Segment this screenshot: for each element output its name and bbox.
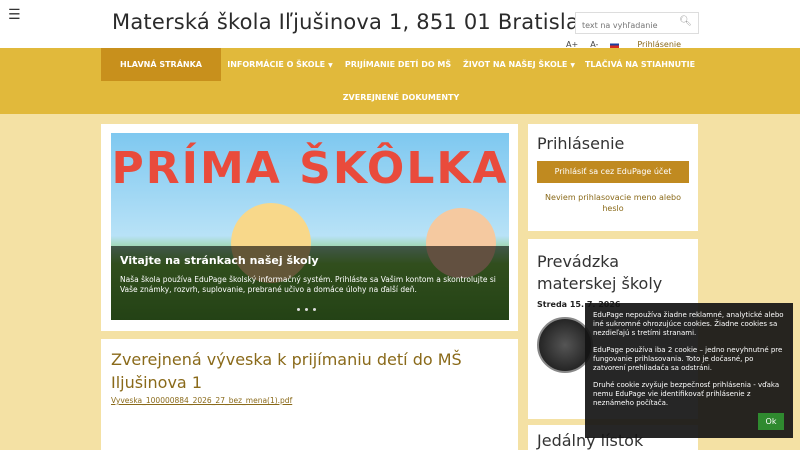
nav-item-label: PRIJÍMANIE DETÍ DO MŠ (344, 60, 452, 69)
cookie-notice: EduPage nepoužíva žiadne reklamné, analy… (585, 303, 793, 438)
slider-dots (297, 308, 316, 311)
caret-down-icon: ▼ (570, 62, 575, 69)
post-attachment-link[interactable]: Vyveska_100000884_2026_27_bez_mena(1).pd… (111, 396, 292, 405)
cookie-text: EduPage nepoužíva žiadne reklamné, analy… (593, 311, 784, 337)
slider-caption-text: Naša škola používa EduPage školský infor… (120, 275, 496, 294)
nav-item-label: ZVEREJNENÉ DOKUMENTY (342, 93, 460, 102)
slider-dot[interactable] (305, 308, 308, 311)
search-input[interactable] (576, 15, 676, 36)
nav-item-forms[interactable]: TLAČIVÁ NA STIAHNUTIE (581, 48, 699, 81)
nav-item-about[interactable]: INFORMÁCIE O ŠKOLE ▼ (221, 48, 339, 81)
nav-item-admission[interactable]: PRIJÍMANIE DETÍ DO MŠ (339, 48, 457, 81)
site-title[interactable]: Materská škola Iľjušinova 1, 851 01 Brat… (112, 10, 605, 34)
login-title: Prihlásenie (537, 134, 625, 153)
edupage-login-button[interactable]: Prihlásiť sa cez EduPage účet (537, 161, 689, 183)
slovak-flag-icon[interactable] (610, 40, 620, 48)
cookie-text: EduPage používa iba 2 cookie – jedno nev… (593, 346, 783, 372)
forgot-credentials-link[interactable]: Neviem prihlasovacie meno alebo heslo (537, 192, 689, 214)
slider-caption-title: Vitajte na stránkach našej školy (120, 254, 319, 267)
slider-dot[interactable] (313, 308, 316, 311)
header: ☰ Materská škola Iľjušinova 1, 851 01 Br… (0, 0, 800, 49)
hero-slider[interactable]: PRÍMA ŠKÔLKA Vitajte na stránkach našej … (111, 133, 509, 320)
search-box: 🔍︎ (575, 12, 699, 36)
caret-down-icon: ▼ (328, 62, 333, 69)
cookie-ok-button[interactable]: Ok (758, 413, 784, 430)
main-nav: HLAVNÁ STRÁNKA INFORMÁCIE O ŠKOLE ▼ PRIJÍ… (0, 48, 800, 114)
hamburger-icon[interactable]: ☰ (8, 8, 21, 22)
search-icon[interactable]: 🔍︎ (679, 16, 692, 27)
nav-item-label: TLAČIVÁ NA STIAHNUTIE (584, 60, 696, 69)
slider-dot[interactable] (297, 308, 300, 311)
nav-item-documents[interactable]: ZVEREJNENÉ DOKUMENTY (336, 81, 466, 114)
nav-item-life[interactable]: ŽIVOT NA NAŠEJ ŠKOLE ▼ (457, 48, 581, 81)
nav-item-label: HLAVNÁ STRÁNKA (120, 60, 202, 69)
nav-item-home[interactable]: HLAVNÁ STRÁNKA (101, 48, 221, 81)
slider-image-text-line: PRÍMA ŠKÔLKA (111, 143, 509, 194)
slider-image-text: PRÍMA ŠKÔLKA (111, 143, 509, 194)
hours-title: Prevádzka materskej školy (537, 252, 663, 293)
cookie-text: Druhé cookie zvyšuje bezpečnosť prihláse… (593, 381, 780, 407)
nav-item-label: ŽIVOT NA NAŠEJ ŠKOLE (462, 60, 568, 69)
post-title[interactable]: Zverejnená výveska k prijímaniu detí do … (111, 348, 501, 394)
nav-item-label: INFORMÁCIE O ŠKOLE (227, 60, 326, 69)
